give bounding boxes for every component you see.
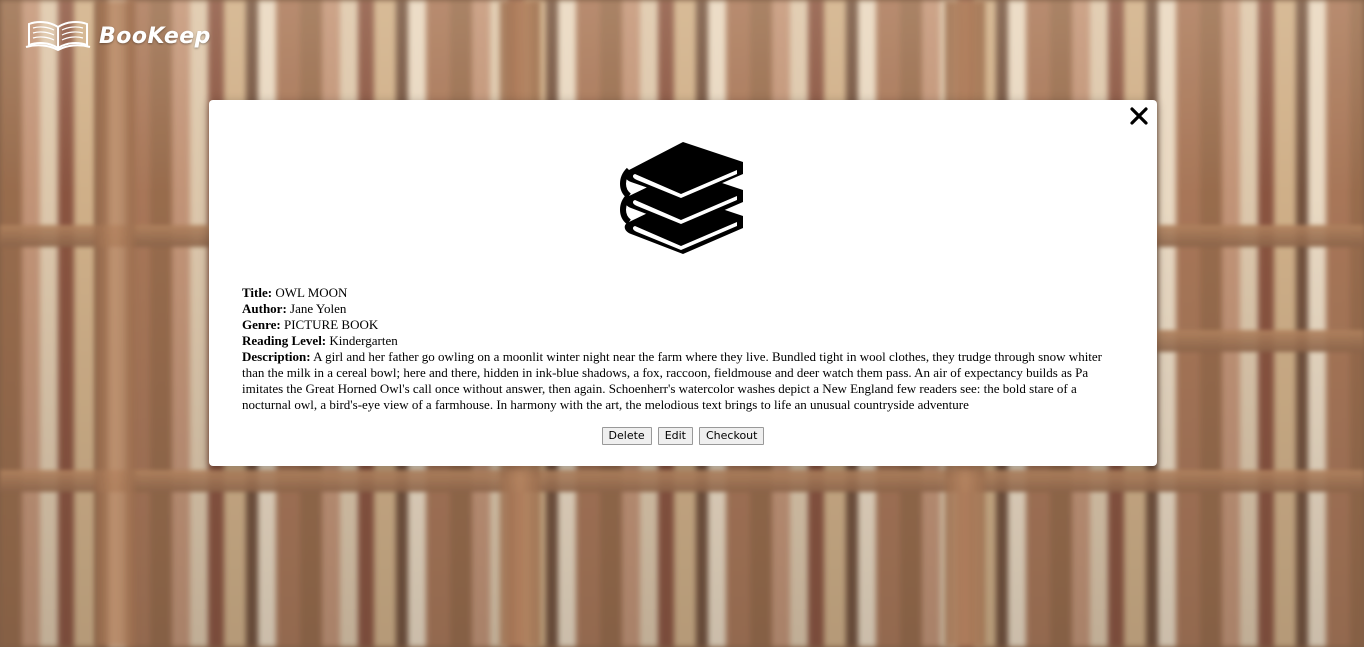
delete-button[interactable]: Delete <box>601 427 652 445</box>
book-cover-image <box>619 138 747 258</box>
reading-level-label: Reading Level: <box>242 333 327 348</box>
open-book-icon <box>25 19 91 53</box>
genre-row: Genre: PICTURE BOOK <box>242 317 1127 333</box>
modal-actions: Delete Edit Checkout <box>209 427 1157 445</box>
edit-button[interactable]: Edit <box>657 427 693 445</box>
close-button[interactable] <box>1127 104 1151 128</box>
checkout-button[interactable]: Checkout <box>699 427 765 445</box>
genre-value: PICTURE BOOK <box>284 317 379 332</box>
title-row: Title: OWL MOON <box>242 285 1127 301</box>
brand-name: BooKeep <box>99 23 211 49</box>
title-value: OWL MOON <box>275 285 348 300</box>
description-row: Description: A girl and her father go ow… <box>242 349 1127 413</box>
stack-of-books-icon <box>619 142 747 262</box>
genre-label: Genre: <box>242 317 281 332</box>
author-label: Author: <box>242 301 287 316</box>
close-icon <box>1127 104 1151 128</box>
reading-level-value: Kindergarten <box>329 333 398 348</box>
author-value: Jane Yolen <box>290 301 347 316</box>
description-value: A girl and her father go owling on a moo… <box>242 349 1103 412</box>
book-details-modal: Title: OWL MOON Author: Jane Yolen Genre… <box>209 100 1157 466</box>
book-details: Title: OWL MOON Author: Jane Yolen Genre… <box>242 285 1127 413</box>
description-label: Description: <box>242 349 311 364</box>
author-row: Author: Jane Yolen <box>242 301 1127 317</box>
reading-level-row: Reading Level: Kindergarten <box>242 333 1127 349</box>
title-label: Title: <box>242 285 273 300</box>
brand-logo[interactable]: BooKeep <box>25 16 211 56</box>
